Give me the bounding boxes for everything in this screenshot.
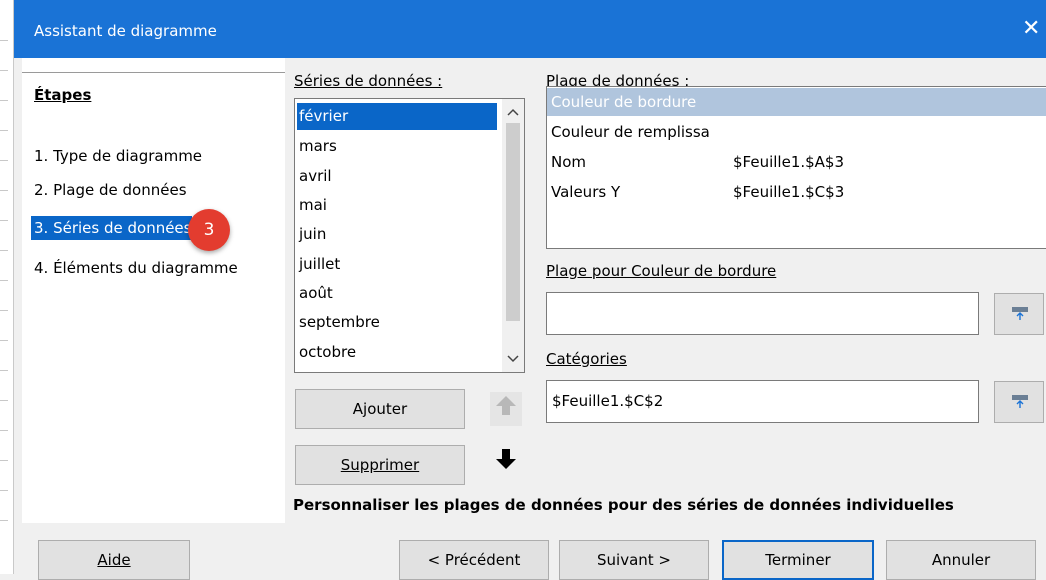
add-series-button[interactable]: Ajouter (295, 389, 465, 429)
list-item[interactable]: juin (297, 221, 497, 248)
list-item[interactable]: octobre (297, 339, 497, 366)
row-line (0, 430, 8, 431)
previous-button[interactable]: < Précédent (399, 540, 549, 580)
row-line (0, 100, 8, 101)
steps-panel: Étapes 1. Type de diagramme 2. Plage de … (22, 58, 285, 523)
data-series-list[interactable]: février mars avril mai juin juillet août… (294, 98, 525, 373)
next-button[interactable]: Suivant > (559, 540, 709, 580)
finish-button[interactable]: Terminer (722, 540, 874, 580)
row-line (0, 220, 8, 221)
list-item[interactable]: février (297, 103, 497, 130)
table-row[interactable]: Couleur de bordure (547, 88, 1046, 116)
range-picker-button[interactable] (994, 293, 1044, 335)
chart-wizard-dialog: Étapes 1. Type de diagramme 2. Plage de … (14, 58, 1046, 580)
cancel-button[interactable]: Annuler (886, 540, 1036, 580)
step-chart-type[interactable]: 1. Type de diagramme (34, 144, 202, 168)
remove-series-button[interactable]: Supprimer (295, 445, 465, 485)
chevron-down-icon[interactable] (502, 348, 524, 370)
help-label: Aide (97, 551, 131, 569)
range-role-name: Nom (551, 153, 587, 171)
row-line (0, 490, 8, 491)
remove-series-label: Supprimer (340, 456, 420, 474)
categories-label: Catégories (546, 350, 627, 368)
row-line (0, 310, 8, 311)
list-item[interactable]: août (297, 280, 497, 307)
row-line (0, 370, 8, 371)
range-for-label: Plage pour Couleur de bordure (546, 262, 776, 280)
customize-ranges-note: Personnaliser les plages de données pour… (293, 496, 954, 514)
steps-heading: Étapes (34, 86, 92, 104)
series-list-label: Séries de données : (294, 72, 442, 90)
step-annotation-badge: 3 (188, 209, 230, 251)
categories-label-text: Catégories (546, 350, 627, 368)
list-item[interactable]: avril (297, 163, 497, 190)
spreadsheet-backdrop (0, 0, 14, 574)
row-line (0, 40, 8, 41)
table-row[interactable]: Valeurs Y $Feuille1.$C$3 (547, 178, 1046, 206)
range-role-name: Valeurs Y (551, 183, 621, 201)
step-chart-elements[interactable]: 4. Éléments du diagramme (34, 256, 238, 280)
row-line (0, 280, 8, 281)
steps-divider (22, 72, 285, 73)
row-line (0, 70, 8, 71)
series-list-scrollbar[interactable] (502, 99, 524, 372)
help-button[interactable]: Aide (38, 540, 190, 580)
list-item[interactable]: mai (297, 192, 497, 219)
range-role-value: $Feuille1.$A$3 (733, 153, 845, 171)
arrow-up-icon[interactable] (490, 392, 522, 426)
range-for-input[interactable] (546, 292, 979, 335)
shrink-dialog-icon (1012, 307, 1028, 321)
close-icon[interactable]: ✕ (1022, 14, 1046, 44)
arrow-down-icon[interactable] (490, 446, 522, 480)
row-line (0, 250, 8, 251)
list-item[interactable]: juillet (297, 251, 497, 278)
step-data-series[interactable]: 3. Séries de données (31, 216, 193, 240)
categories-input[interactable]: $Feuille1.$C$2 (546, 380, 979, 423)
row-line (0, 160, 8, 161)
row-line (0, 400, 8, 401)
step-data-range[interactable]: 2. Plage de données (34, 178, 187, 202)
data-range-list[interactable]: Couleur de bordure Couleur de remplissa … (546, 86, 1046, 249)
row-line (0, 340, 8, 341)
range-role-value: $Feuille1.$C$3 (733, 183, 845, 201)
window-title: Assistant de diagramme (34, 22, 217, 40)
row-line (0, 130, 8, 131)
row-line (0, 520, 8, 521)
shrink-dialog-icon (1012, 395, 1028, 409)
row-line (0, 460, 8, 461)
title-bar: Assistant de diagramme ✕ (14, 0, 1046, 58)
range-role-name: Couleur de remplissa (551, 123, 710, 141)
row-line (0, 190, 8, 191)
list-item[interactable]: septembre (297, 309, 497, 336)
table-row[interactable]: Nom $Feuille1.$A$3 (547, 148, 1046, 176)
range-for-label-text: Plage pour Couleur de bordure (546, 262, 777, 280)
list-item[interactable]: mars (297, 133, 497, 160)
series-list-label-text: Séries de données : (294, 72, 443, 90)
scrollbar-thumb[interactable] (506, 123, 520, 321)
chevron-up-icon[interactable] (502, 101, 524, 123)
range-role-name: Couleur de bordure (551, 93, 697, 111)
table-row[interactable]: Couleur de remplissa (547, 118, 1046, 146)
categories-picker-button[interactable] (994, 381, 1044, 423)
